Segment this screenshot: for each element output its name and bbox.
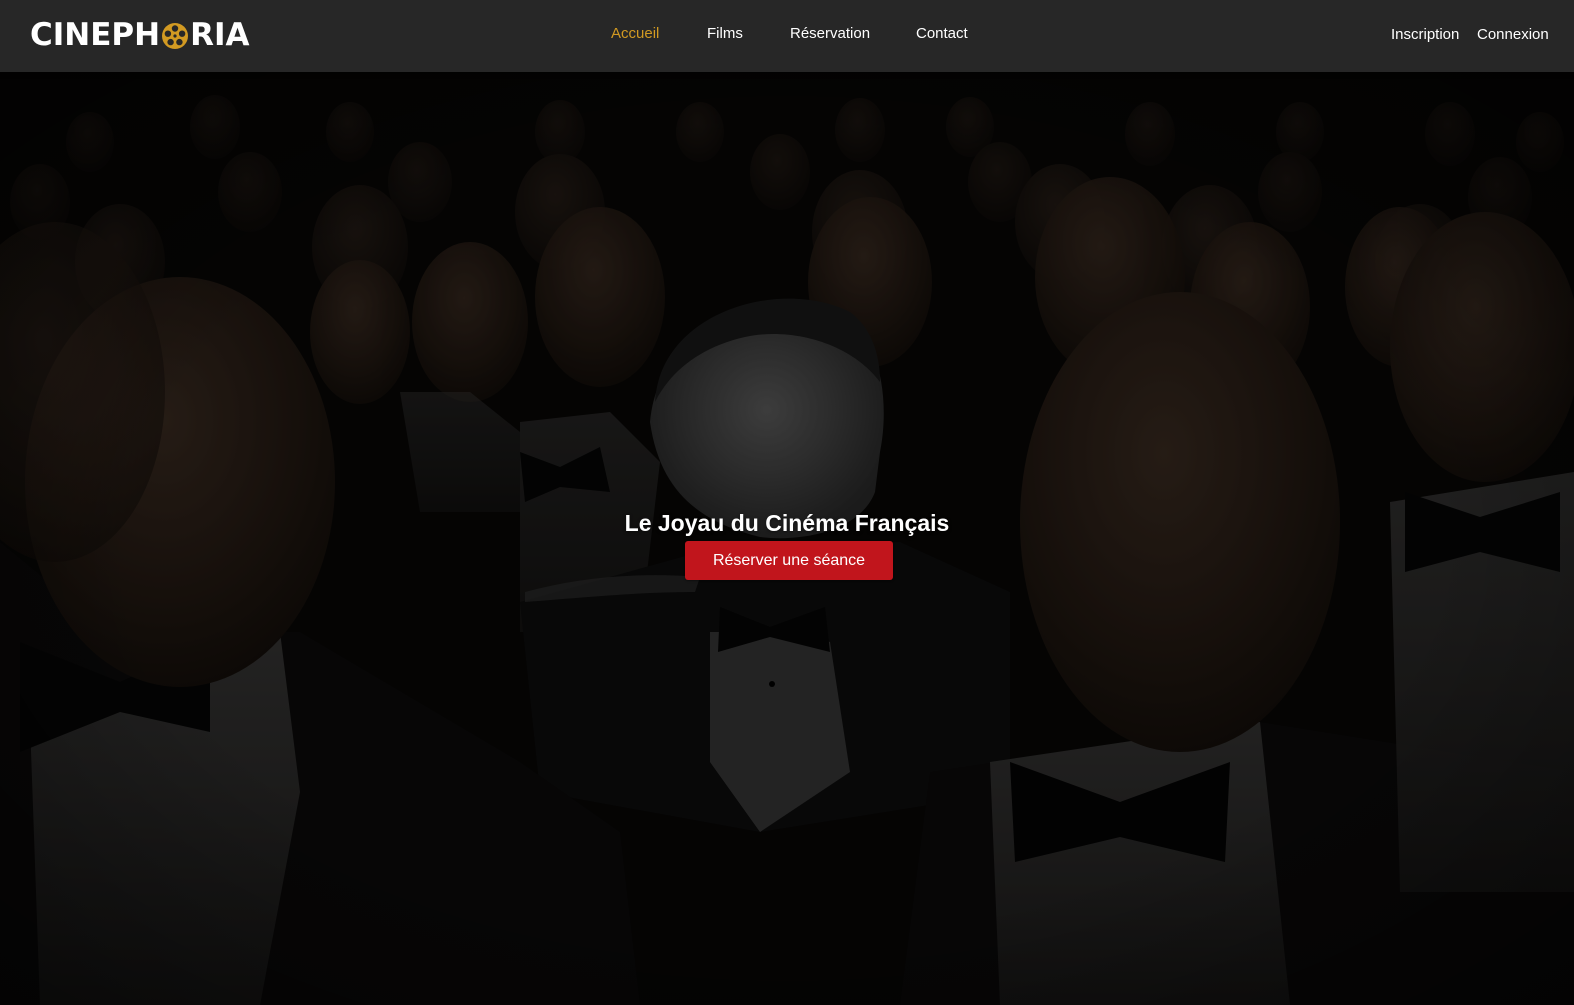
book-session-button[interactable]: Réserver une séance (685, 541, 893, 580)
logo-text-start: CINEPH (30, 17, 161, 53)
logo-text-end: RIA (190, 17, 250, 53)
hero-background-image (0, 72, 1574, 1005)
login-link[interactable]: Connexion (1477, 26, 1549, 44)
nav-link-films[interactable]: Films (707, 25, 743, 43)
signup-link[interactable]: Inscription (1391, 26, 1459, 44)
cinephoria-logo[interactable]: CINEPH RIA (30, 15, 249, 55)
nav-link-reservation[interactable]: Réservation (790, 25, 870, 43)
film-reel-icon (162, 23, 189, 49)
nav-link-contact[interactable]: Contact (916, 25, 968, 43)
hero-banner: Le Joyau du Cinéma Français Réserver une… (0, 72, 1574, 1005)
nav-link-accueil[interactable]: Accueil (611, 25, 659, 43)
hero-title: Le Joyau du Cinéma Français (624, 510, 950, 537)
top-navbar: CINEPH RIA Accueil Films Réservation Con… (0, 0, 1574, 72)
